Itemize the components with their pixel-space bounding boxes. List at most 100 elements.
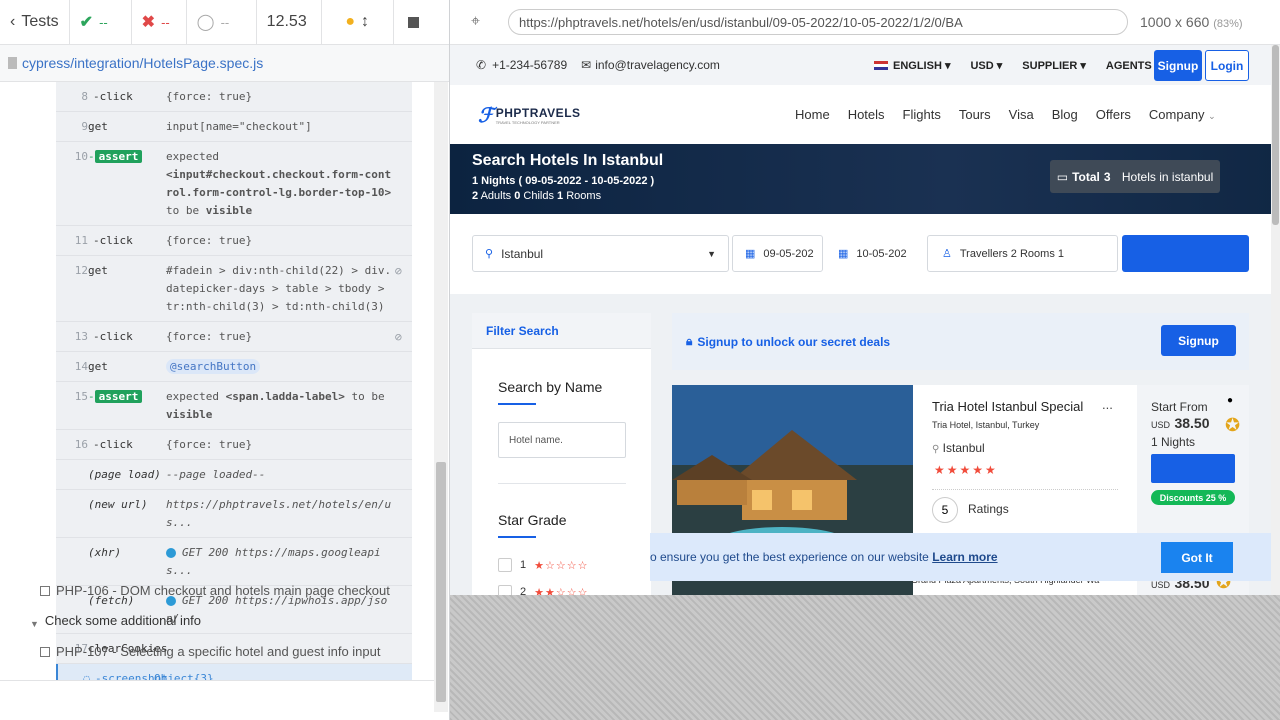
- scrollbar-thumb[interactable]: [1272, 45, 1279, 225]
- checkbox[interactable]: [498, 585, 512, 595]
- hotel-more: ...: [1102, 397, 1113, 412]
- spec-file-link[interactable]: cypress/integration/HotelsPage.spec.js: [0, 45, 449, 82]
- book-now-button[interactable]: [1151, 454, 1235, 483]
- signup-button[interactable]: Signup: [1154, 50, 1202, 81]
- command-number: 9: [81, 120, 88, 133]
- calendar-icon: ▦: [745, 248, 756, 260]
- command-message: {force: true}: [166, 90, 253, 103]
- location-pin-icon: ⚲: [485, 248, 494, 260]
- discount-badge: Discounts 25 %: [1151, 490, 1235, 505]
- chevron-down-icon: ⌄: [1208, 111, 1216, 121]
- test-title: PHP-106 - DOM checkout and hotels main p…: [56, 583, 390, 598]
- calendar-icon: ▦: [838, 248, 849, 260]
- auto-scroll-toggle[interactable]: ● ↕: [322, 0, 394, 45]
- file-icon: [8, 57, 17, 69]
- event-message: --page loaded--: [166, 468, 266, 481]
- nav-flights[interactable]: Flights: [903, 107, 941, 122]
- event-row[interactable]: (page load) --page loaded--: [56, 460, 412, 490]
- agents-menu[interactable]: AGENTS ▾: [1106, 59, 1160, 72]
- hotel-name-input[interactable]: Hotel name.: [498, 422, 626, 458]
- nav-tours[interactable]: Tours: [959, 107, 991, 122]
- stop-button[interactable]: [394, 0, 429, 45]
- stop-icon: [407, 16, 419, 28]
- filter-title: Filter Search: [472, 313, 651, 349]
- nav-visa[interactable]: Visa: [1009, 107, 1034, 122]
- checkin-input[interactable]: ▦ 09-05-202: [732, 235, 823, 272]
- command-row[interactable]: 14 get @searchButton: [56, 352, 412, 382]
- mail-icon: ✉: [581, 58, 592, 72]
- nav-offers[interactable]: Offers: [1096, 107, 1131, 122]
- command-name: -click: [93, 330, 133, 343]
- login-button[interactable]: Login: [1205, 50, 1249, 81]
- cookie-learn-more[interactable]: Learn more: [932, 550, 997, 564]
- app-preview-panel: ⌖ https://phptravels.net/hotels/en/usd/i…: [450, 0, 1280, 720]
- filter-sidebar: Filter Search Search by Name Hotel name.…: [472, 313, 651, 595]
- checkout-input[interactable]: ▦ 10-05-202: [828, 235, 924, 272]
- site-nav: ℱ PHPTRAVELS TRAVEL TECHNOLOGY PARTNER Ho…: [450, 85, 1280, 144]
- tests-label: Tests: [21, 13, 59, 30]
- nav-hotels[interactable]: Hotels: [848, 107, 885, 122]
- nav-blog[interactable]: Blog: [1052, 107, 1078, 122]
- event-message: https://phptravels.net/hotels/en/us...: [166, 498, 392, 529]
- suite-item[interactable]: ▼ Check some additional info: [30, 612, 410, 633]
- test-item[interactable]: PHP-107 - Selecting a specific hotel and…: [40, 643, 410, 661]
- star-rating-icon: ★☆☆☆☆: [534, 559, 589, 572]
- hotel-location: ⚲ Istanbul: [932, 441, 985, 455]
- command-row[interactable]: 13 -click {force: true} ⊘: [56, 322, 412, 352]
- url-field[interactable]: https://phptravels.net/hotels/en/usd/ist…: [508, 9, 1128, 35]
- nav-company[interactable]: Company ⌄: [1149, 107, 1216, 122]
- command-row[interactable]: 15 - assert expected <span.ladda-label> t…: [56, 382, 412, 430]
- command-number: 8: [81, 90, 88, 103]
- star-filter-1[interactable]: 1 ★☆☆☆☆: [498, 558, 588, 572]
- award-icon: ✪: [1225, 415, 1241, 435]
- cookie-accept-button[interactable]: Got It: [1161, 542, 1233, 573]
- crosshair-icon[interactable]: ⌖: [471, 13, 480, 31]
- phone-text: +1-234-56789: [492, 58, 568, 72]
- nav-home[interactable]: Home: [795, 107, 830, 122]
- command-log-scrollbar[interactable]: [434, 82, 448, 712]
- currency-select[interactable]: USD ▾: [970, 59, 1002, 72]
- supplier-menu[interactable]: SUPPLIER ▾: [1022, 59, 1086, 72]
- search-button[interactable]: [1122, 235, 1249, 272]
- command-message: {force: true}: [166, 330, 253, 343]
- hotel-title[interactable]: Tria Hotel Istanbul Special: [932, 399, 1083, 414]
- command-row[interactable]: 12 get #fadein > div:nth-child(22) > div…: [56, 256, 412, 322]
- scrollbar-thumb[interactable]: [436, 462, 446, 702]
- travellers-input[interactable]: ♙ Travellers 2 Rooms 1: [927, 235, 1118, 272]
- command-row[interactable]: 10 - assert expected <input#checkout.check…: [56, 142, 412, 226]
- command-message: {force: true}: [166, 438, 253, 451]
- test-item[interactable]: PHP-106 - DOM checkout and hotels main p…: [40, 582, 410, 600]
- event-message: GET 200 https://maps.googleapis...: [166, 546, 381, 577]
- viewport-scrollbar[interactable]: [1271, 45, 1280, 595]
- price: USD 38.50: [1151, 415, 1210, 431]
- command-row[interactable]: 8 -click {force: true}: [56, 82, 412, 112]
- event-row[interactable]: (xhr) GET 200 https://maps.googleapis...: [56, 538, 412, 586]
- event-row[interactable]: (new url) https://phptravels.net/hotels/…: [56, 490, 412, 538]
- search-form: ⚲ Istanbul ▼ ▦ 09-05-202 ▦ 10-05-202 ♙ T…: [450, 214, 1280, 294]
- star-grade-title: Star Grade: [498, 512, 567, 528]
- event-name: (new url): [88, 498, 148, 511]
- deals-signup-button[interactable]: Signup: [1161, 325, 1236, 356]
- star-rating-icon: ★★☆☆☆: [534, 586, 589, 596]
- title-underline: [498, 403, 536, 405]
- command-row[interactable]: 16 -click {force: true}: [56, 430, 412, 460]
- search-hero: Search Hotels In Istanbul 1 Nights ( 09-…: [450, 144, 1280, 214]
- cypress-runner-panel: ‹ Tests ✔ -- ✖ -- ◯ -- 12.53 ● ↕ cypress…: [0, 0, 450, 720]
- email-text: info@travelagency.com: [595, 58, 720, 72]
- command-row[interactable]: 11 -click {force: true}: [56, 226, 412, 256]
- title-underline: [498, 536, 536, 538]
- site-logo[interactable]: ℱ PHPTRAVELS TRAVEL TECHNOLOGY PARTNER: [478, 103, 581, 128]
- city-select[interactable]: ⚲ Istanbul ▼: [472, 235, 729, 272]
- command-row[interactable]: 9 get input[name="checkout"]: [56, 112, 412, 142]
- nav-links: Home Hotels Flights Tours Visa Blog Offe…: [795, 85, 1216, 144]
- command-name: get: [88, 120, 108, 133]
- total-hotels-badge: ▭ Total 3 Hotels in istanbul: [1050, 160, 1220, 193]
- tests-button[interactable]: ‹ Tests: [0, 0, 70, 45]
- url-text: https://phptravels.net/hotels/en/usd/ist…: [519, 14, 963, 30]
- language-select[interactable]: ENGLISH ▾: [874, 59, 950, 72]
- star-filter-2[interactable]: 2 ★★☆☆☆: [498, 585, 588, 595]
- phone-icon: ✆: [476, 58, 487, 72]
- search-by-name-title: Search by Name: [498, 379, 603, 395]
- checkbox[interactable]: [498, 558, 512, 572]
- flag-icon: [874, 61, 888, 71]
